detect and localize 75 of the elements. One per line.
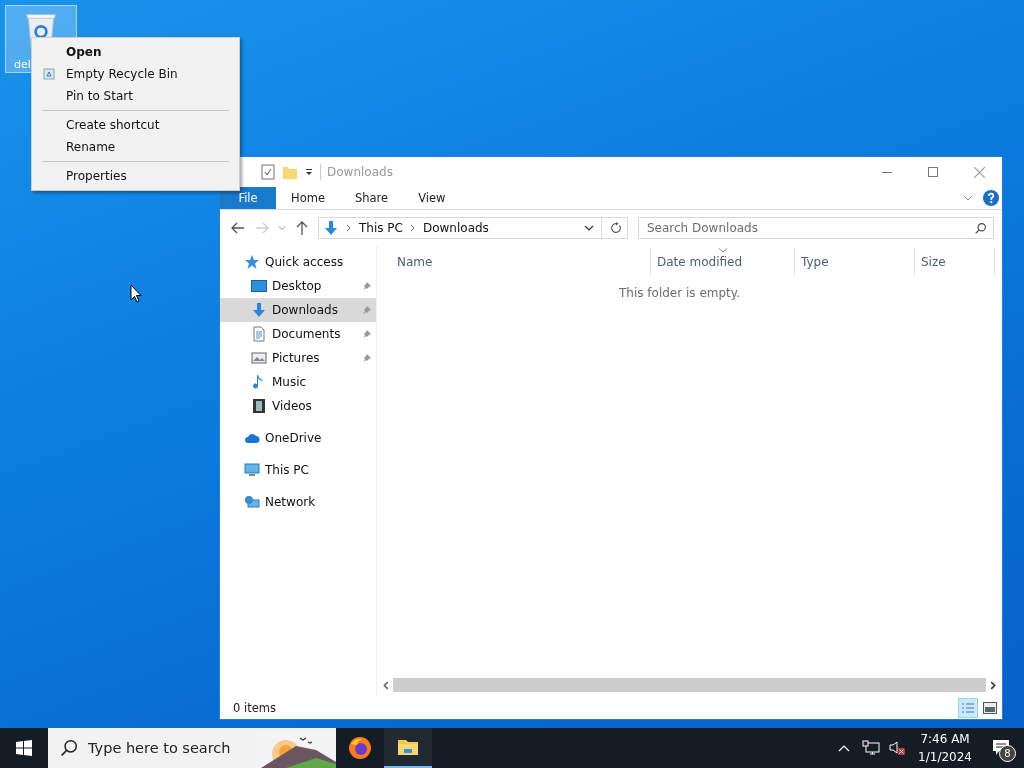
document-icon [251,326,267,342]
ribbon-tab[interactable]: Home [276,187,340,209]
browser-globe-icon [348,736,372,760]
pin-icon[interactable] [362,353,372,363]
scroll-right-icon[interactable] [990,680,997,690]
nav-item[interactable]: Quick access [220,250,376,274]
mouse-pointer-icon [130,284,142,303]
refresh-icon[interactable] [609,221,623,235]
details-list-icon [961,702,975,714]
scroll-left-icon[interactable] [382,680,389,690]
windows-logo-icon [16,740,32,756]
customize-caret-icon[interactable] [304,167,314,177]
expand-ribbon-icon[interactable] [963,195,973,201]
menu-item[interactable]: Properties [32,165,239,187]
column-header[interactable]: Date modified [651,248,795,276]
search-icon [974,221,987,235]
notification-count: 8 [999,745,1016,762]
breadcrumb-chevron-icon[interactable] [409,224,416,232]
breadcrumb[interactable]: This PC [359,221,403,235]
column-header[interactable]: Name [377,248,651,276]
address-bar[interactable]: This PC Downloads [318,217,628,239]
nav-item[interactable]: Music [220,370,376,394]
star-icon [244,254,260,270]
ribbon-tab[interactable]: View [403,187,461,209]
column-header[interactable]: Size [915,248,995,276]
network-icon [244,494,260,510]
recycle-icon [43,68,55,80]
download-icon [251,302,267,318]
download-arrow-icon [323,220,339,236]
item-count: 0 items [233,701,276,715]
menu-item[interactable]: Open [32,41,239,63]
up-icon[interactable] [294,220,310,236]
maximize-icon [928,167,938,177]
videos-icon [251,398,267,414]
volume-muted-icon[interactable] [888,740,907,756]
image-thumbnail-icon [983,702,997,714]
window-title: Downloads [327,165,393,179]
nav-item[interactable]: OneDrive [220,426,376,450]
nav-item[interactable]: Documents [220,322,376,346]
action-center-button[interactable]: 8 [980,728,1024,768]
desktop-icon [251,278,267,294]
properties-icon[interactable] [260,164,276,180]
menu-item[interactable]: Create shortcut [32,114,239,136]
back-icon[interactable] [230,220,246,236]
taskbar-search-box[interactable]: Type here to search [48,728,336,768]
pin-icon[interactable] [362,329,372,339]
nav-item[interactable]: This PC [220,458,376,482]
file-explorer-button[interactable] [384,728,432,768]
menu-item[interactable]: Empty Recycle Bin [32,63,239,85]
address-dropdown-icon[interactable] [584,225,594,231]
breadcrumb[interactable]: Downloads [422,221,489,235]
column-header[interactable]: Type [795,248,915,276]
close-icon [973,166,985,178]
clock[interactable]: 7:46 AM 1/1/2024 [918,730,972,766]
nav-item[interactable]: Network [220,490,376,514]
search-icon [60,739,78,757]
time: 7:46 AM [920,731,970,748]
nav-item[interactable]: Desktop [220,274,376,298]
network-icon[interactable] [862,740,881,756]
menu-item[interactable]: Pin to Start [32,85,239,107]
breadcrumb-chevron-icon[interactable] [346,224,352,232]
show-hidden-icons-caret-icon[interactable] [838,744,851,752]
search-box[interactable]: Search Downloads [638,217,994,239]
pictures-icon [251,350,267,366]
date: 1/1/2024 [918,749,972,766]
nav-item[interactable]: Downloads [220,298,376,322]
ribbon-tab[interactable]: Share [339,187,404,209]
pin-icon[interactable] [362,281,372,291]
pc-icon [244,462,260,478]
empty-folder-message: This folder is empty. [618,286,741,300]
help-icon[interactable] [983,190,999,206]
nav-item[interactable]: Videos [220,394,376,418]
taskbar-search-field[interactable]: Type here to search [88,730,256,766]
nav-item[interactable]: Pictures [220,346,376,370]
menu-item[interactable]: Rename [32,136,239,158]
